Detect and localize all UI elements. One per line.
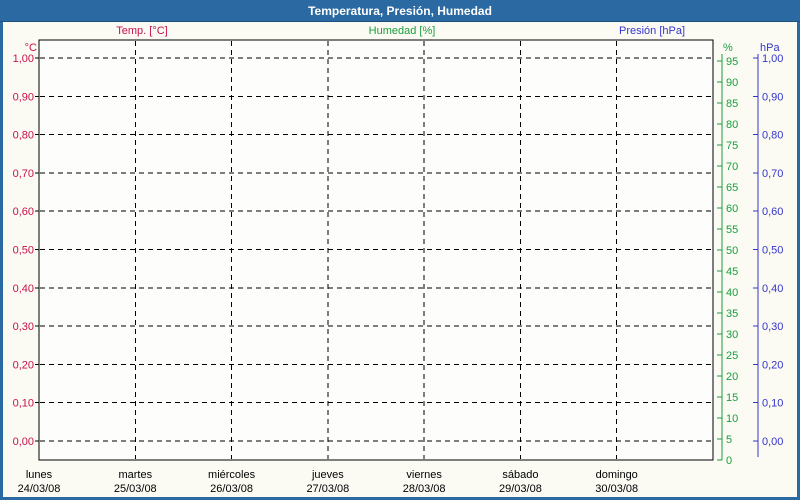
humidity-axis-tick-label: 40 xyxy=(726,287,738,299)
temp-axis-tick-label: 0,80 xyxy=(13,130,34,142)
day-date-label: 25/03/08 xyxy=(114,483,157,495)
temp-axis-unit: °C xyxy=(25,42,37,54)
humidity-axis-tick-label: 90 xyxy=(726,77,738,89)
pressure-axis-tick-label: 0,20 xyxy=(762,359,783,371)
humidity-axis-tick-label: 75 xyxy=(726,140,738,152)
pressure-axis-tick-label: 0,60 xyxy=(762,206,783,218)
day-date-label: 24/03/08 xyxy=(18,483,61,495)
humidity-axis-tick-label: 35 xyxy=(726,308,738,320)
humidity-axis-tick-label: 5 xyxy=(726,434,732,446)
humidity-axis-tick-label: 85 xyxy=(726,98,738,110)
day-name-label: domingo xyxy=(596,469,638,481)
day-name-label: miércoles xyxy=(208,469,256,481)
temp-axis-tick-label: 0,20 xyxy=(13,359,34,371)
humidity-axis-tick-label: 60 xyxy=(726,203,738,215)
pressure-axis-unit: hPa xyxy=(760,42,780,54)
pressure-axis-tick-label: 0,90 xyxy=(762,91,783,103)
humidity-axis-unit: % xyxy=(723,42,733,54)
humidity-axis-tick-label: 45 xyxy=(726,266,738,278)
pressure-axis-tick-label: 0,30 xyxy=(762,321,783,333)
temp-axis-tick-label: 0,00 xyxy=(13,436,34,448)
day-date-label: 30/03/08 xyxy=(595,483,638,495)
day-name-label: martes xyxy=(118,469,152,481)
pressure-axis-tick-label: 0,70 xyxy=(762,168,783,180)
pressure-axis-tick-label: 0,40 xyxy=(762,283,783,295)
humidity-axis-tick-label: 15 xyxy=(726,392,738,404)
temp-axis-tick-label: 0,40 xyxy=(13,283,34,295)
temp-axis-tick-label: 0,70 xyxy=(13,168,34,180)
day-date-label: 26/03/08 xyxy=(210,483,253,495)
day-name-label: sábado xyxy=(502,469,538,481)
temp-axis-tick-label: 0,60 xyxy=(13,206,34,218)
temp-axis-tick-label: 0,90 xyxy=(13,91,34,103)
weather-chart-window: Temperatura, Presión, Humedad Temp. [°C]… xyxy=(0,0,800,500)
humidity-axis-tick-label: 50 xyxy=(726,245,738,257)
day-name-label: jueves xyxy=(311,469,344,481)
temp-axis-tick-label: 0,30 xyxy=(13,321,34,333)
humidity-axis-tick-label: 70 xyxy=(726,161,738,173)
temp-axis-tick-label: 0,50 xyxy=(13,245,34,257)
pressure-axis-tick-label: 0,00 xyxy=(762,436,783,448)
day-name-label: lunes xyxy=(26,469,53,481)
day-date-label: 29/03/08 xyxy=(499,483,542,495)
pressure-axis-tick-label: 1,00 xyxy=(762,53,783,65)
humidity-axis-tick-label: 65 xyxy=(726,182,738,194)
humidity-axis-tick-label: 80 xyxy=(726,119,738,131)
pressure-axis-tick-label: 0,10 xyxy=(762,398,783,410)
humidity-axis-tick-label: 20 xyxy=(726,371,738,383)
humidity-axis-tick-label: 55 xyxy=(726,224,738,236)
day-date-label: 28/03/08 xyxy=(403,483,446,495)
humidity-axis-tick-label: 30 xyxy=(726,329,738,341)
pressure-axis-tick-label: 0,50 xyxy=(762,245,783,257)
chart-canvas: 1,00 0,90 0,80 0,70 0,60 0,50 0,40 0,30 0,20 0,10… xyxy=(0,0,800,500)
day-name-label: viernes xyxy=(406,469,442,481)
pressure-axis-tick-label: 0,80 xyxy=(762,130,783,142)
temp-axis-tick-label: 1,00 xyxy=(13,53,34,65)
day-date-label: 27/03/08 xyxy=(306,483,349,495)
humidity-axis-tick-label: 0 xyxy=(726,455,732,467)
humidity-axis-tick-label: 10 xyxy=(726,413,738,425)
humidity-axis-tick-label: 25 xyxy=(726,350,738,362)
temp-axis-tick-label: 0,10 xyxy=(13,398,34,410)
humidity-axis-tick-label: 95 xyxy=(726,56,738,68)
